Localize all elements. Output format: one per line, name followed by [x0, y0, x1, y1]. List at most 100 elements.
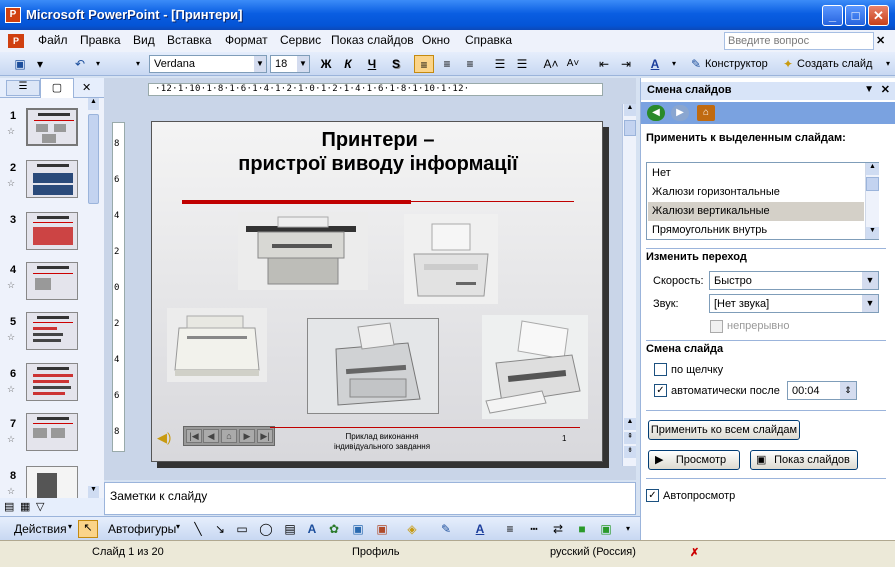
oval-icon[interactable]: ◯	[256, 520, 276, 538]
printer-image-4[interactable]	[307, 318, 439, 414]
font-size-combo[interactable]: 18 ▼	[270, 55, 310, 73]
first-slide-icon[interactable]: |◀	[186, 429, 202, 443]
underline-button[interactable]: Ч	[362, 55, 382, 73]
close-pane-icon[interactable]: ✕	[82, 81, 91, 94]
chevron-down-icon[interactable]: ▼	[297, 56, 309, 72]
printer-image-5[interactable]	[482, 315, 588, 419]
align-right-icon[interactable]: ≡	[460, 55, 480, 73]
last-slide-icon[interactable]: ▶|	[257, 429, 273, 443]
slide-thumbnail-4[interactable]	[26, 262, 78, 300]
slide-thumbnail-1[interactable]	[26, 108, 78, 146]
spinner-icon[interactable]: ⇕	[840, 382, 856, 399]
slideshow-button[interactable]: ▣ Показ слайдов	[750, 450, 858, 470]
select-pointer-icon[interactable]: ↖	[78, 520, 98, 538]
scroll-up-icon[interactable]: ▲	[624, 104, 636, 116]
menu-file[interactable]: Файл	[38, 33, 68, 47]
printer-image-3[interactable]	[167, 308, 267, 382]
undo-icon[interactable]: ↶	[70, 55, 90, 73]
sorter-view-icon[interactable]: ▦	[20, 500, 30, 513]
preview-button[interactable]: ▶ Просмотр	[648, 450, 740, 470]
slide-thumbnail-3[interactable]	[26, 212, 78, 250]
slideshow-view-icon[interactable]: ▽	[36, 500, 44, 513]
shadow-style-icon[interactable]: ■	[572, 520, 592, 538]
increase-font-icon[interactable]: A˄	[541, 55, 561, 73]
toolbar-options-icon[interactable]: ▾	[30, 55, 50, 73]
shadow-button[interactable]: S	[386, 55, 406, 73]
slide-canvas[interactable]: Принтери – пристрої виводу інформації ◀)…	[151, 121, 603, 462]
forward-icon[interactable]: ▶	[671, 105, 689, 121]
previous-slide-icon[interactable]: ⇞	[624, 432, 636, 444]
close-button[interactable]: ✕	[868, 5, 889, 26]
printer-image-2[interactable]	[404, 214, 498, 304]
decrease-indent-icon[interactable]: ⇤	[594, 55, 614, 73]
chevron-down-icon[interactable]: ▾	[68, 522, 72, 531]
slide-thumbnail-8[interactable]	[26, 466, 78, 498]
chevron-down-icon[interactable]: ▼	[862, 272, 878, 289]
font-color-icon[interactable]: A	[470, 520, 490, 538]
designer-icon[interactable]: ✎	[686, 55, 706, 73]
sound-select[interactable]: [Нет звука] ▼	[709, 294, 879, 313]
effect-item[interactable]: Жалюзи горизонтальные	[648, 183, 864, 202]
slide-thumbnail-7[interactable]	[26, 413, 78, 451]
vertical-ruler[interactable]: 8 6 4 2 0 2 4 6 8	[112, 122, 125, 452]
slide-title[interactable]: Принтери – пристрої виводу інформації	[152, 128, 604, 176]
menu-help[interactable]: Справка	[465, 33, 512, 47]
designer-button[interactable]: Конструктор	[705, 58, 768, 70]
chevron-down-icon[interactable]: ▼	[254, 56, 266, 72]
scroll-up-icon[interactable]: ▲	[866, 163, 879, 175]
rectangle-icon[interactable]: ▭	[232, 520, 252, 538]
decrease-font-icon[interactable]: A˅	[563, 55, 583, 73]
loop-checkbox[interactable]	[710, 320, 723, 333]
tab-outline[interactable]: ☰	[6, 80, 40, 96]
powerpoint-app-icon[interactable]: P	[5, 7, 21, 23]
autopreview-checkbox[interactable]: ✓	[646, 489, 659, 502]
wordart-icon[interactable]: A	[302, 520, 322, 538]
scroll-up-icon[interactable]: ▲	[624, 418, 636, 430]
toolbar-overflow-icon[interactable]: ▾	[128, 55, 148, 73]
chevron-down-icon[interactable]: ▾	[664, 55, 684, 73]
minimize-button[interactable]: _	[822, 5, 843, 26]
scroll-thumb[interactable]	[88, 114, 99, 204]
horizontal-ruler[interactable]: ·12·1·10·1·8·1·6·1·4·1·2·1·0·1·2·1·4·1·6…	[148, 83, 603, 96]
close-document-icon[interactable]: ✕	[876, 34, 885, 47]
clipart-icon[interactable]: ▣	[348, 520, 368, 538]
speed-select[interactable]: Быстро ▼	[709, 271, 879, 290]
slide-thumbnail-5[interactable]	[26, 312, 78, 350]
auto-time-input[interactable]: 00:04 ⇕	[787, 381, 857, 400]
notes-field[interactable]: Заметки к слайду	[104, 482, 636, 515]
menu-insert[interactable]: Вставка	[167, 33, 212, 47]
on-click-checkbox[interactable]	[654, 363, 667, 376]
chevron-down-icon[interactable]: ▾	[176, 522, 180, 531]
transition-effect-list[interactable]: Нет Жалюзи горизонтальные Жалюзи вертика…	[646, 162, 879, 240]
auto-advance-checkbox[interactable]: ✓	[654, 384, 667, 397]
line-icon[interactable]: ╲	[188, 520, 208, 538]
home-icon[interactable]: ⌂	[221, 429, 237, 443]
scroll-up-icon[interactable]: ▲	[88, 98, 99, 110]
next-slide-icon[interactable]: ▶	[239, 429, 255, 443]
arrow-icon[interactable]: ↘	[210, 520, 230, 538]
arrow-style-icon[interactable]: ⇄	[548, 520, 568, 538]
back-icon[interactable]: ◀	[647, 105, 665, 121]
close-pane-icon[interactable]: ✕	[881, 83, 890, 96]
next-slide-icon[interactable]: ⇟	[624, 446, 636, 458]
sound-icon[interactable]: ◀)	[157, 430, 171, 446]
workspace-scrollbar[interactable]: ▲ ▲ ⇞ ⇟	[622, 104, 636, 466]
scroll-thumb[interactable]	[866, 177, 879, 191]
numbering-icon[interactable]: ☰	[490, 55, 510, 73]
fill-color-icon[interactable]: ◈	[402, 520, 422, 538]
effect-item[interactable]: Нет	[648, 164, 864, 183]
bullets-icon[interactable]: ☰	[512, 55, 532, 73]
slide-footer[interactable]: Приклад виконання індивідуального завдан…	[292, 432, 472, 452]
save-icon[interactable]: ▣	[10, 55, 30, 73]
picture-icon[interactable]: ▣	[372, 520, 392, 538]
menu-window[interactable]: Окно	[422, 33, 450, 47]
effect-item-selected[interactable]: Жалюзи вертикальные	[648, 202, 864, 221]
slide-thumbnail-6[interactable]	[26, 363, 78, 401]
scroll-down-icon[interactable]: ▼	[866, 227, 879, 239]
menu-tools[interactable]: Сервис	[280, 33, 321, 47]
toolbar-overflow-icon[interactable]: ▾	[618, 520, 638, 538]
menu-slideshow[interactable]: Показ слайдов	[331, 33, 414, 47]
menu-format[interactable]: Формат	[225, 33, 268, 47]
scroll-down-icon[interactable]: ▼	[88, 486, 99, 498]
font-color-icon[interactable]: A	[645, 55, 665, 73]
